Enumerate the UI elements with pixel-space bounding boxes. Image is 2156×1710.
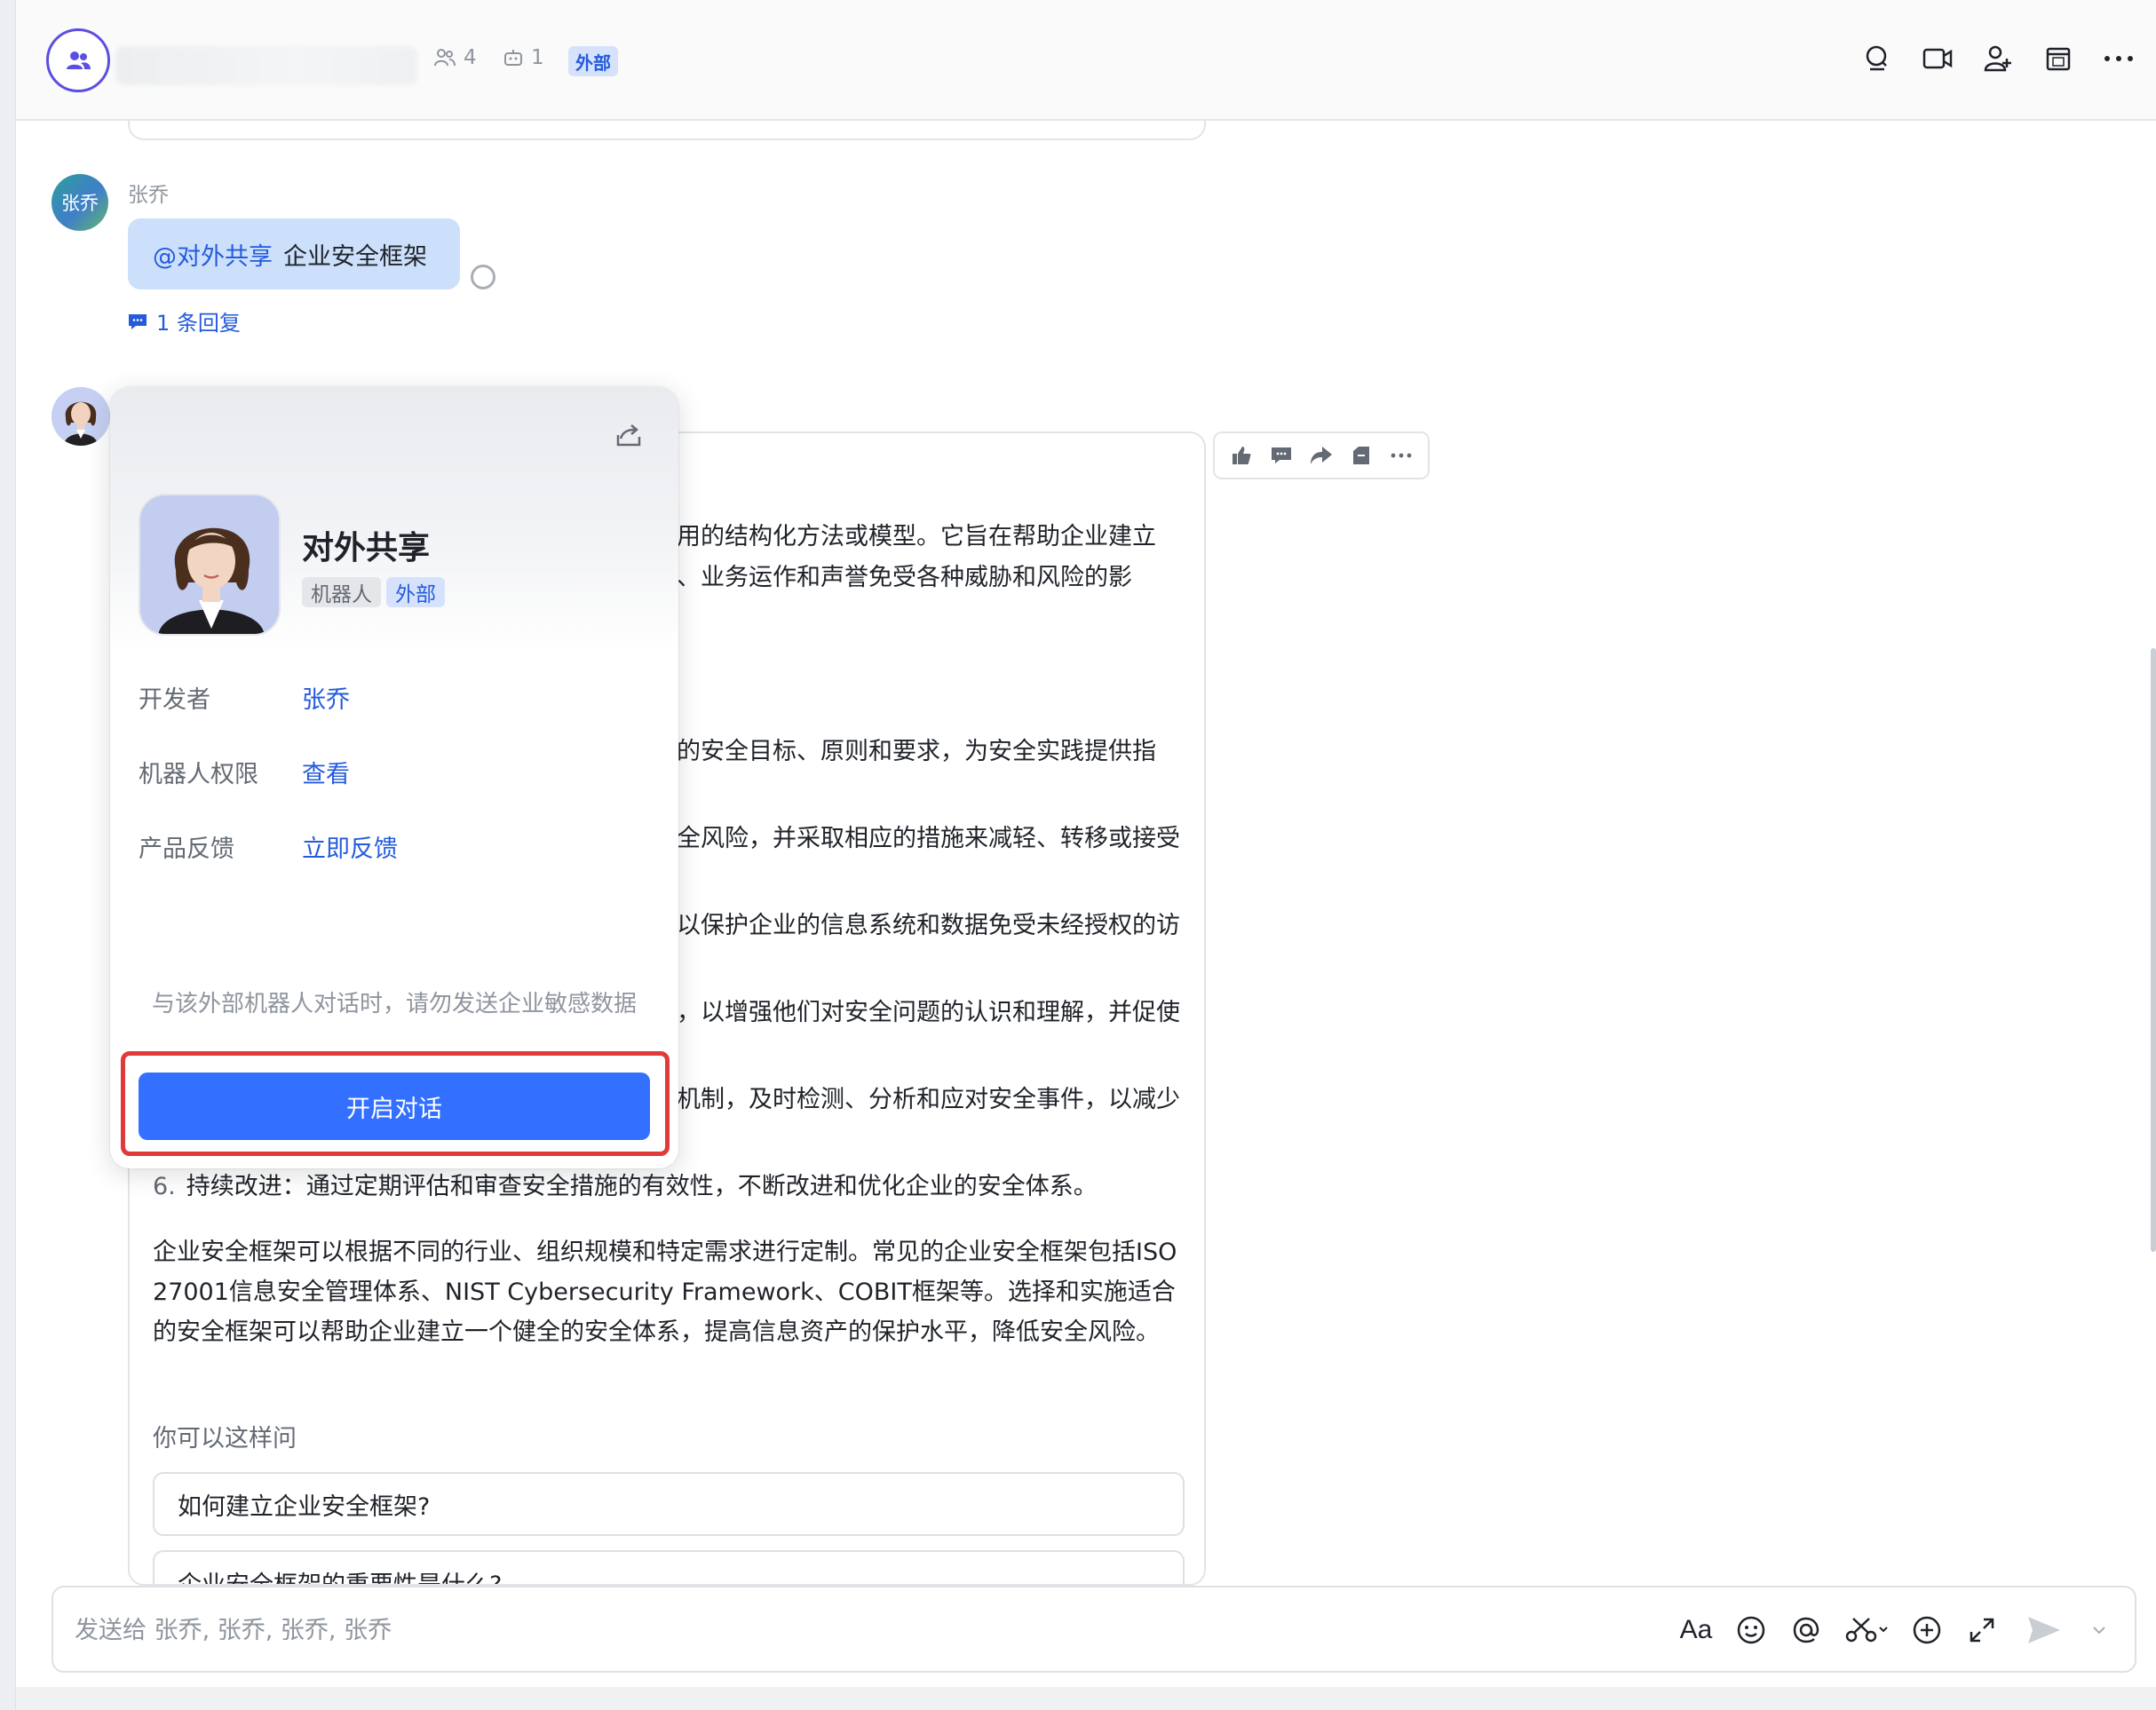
list-item-text: 持续改进：通过定期评估和审查安全措施的有效性，不断改进和优化企业的安全体系。 — [186, 1173, 1098, 1200]
add-icon[interactable] — [1909, 1611, 1945, 1650]
message-composer: Aa — [52, 1586, 2136, 1673]
start-chat-button[interactable]: 开启对话 — [139, 1073, 650, 1140]
member-count-text: 4 — [464, 46, 477, 69]
forward-icon[interactable] — [1306, 440, 1336, 471]
thread-reply-link[interactable]: 1 条回复 — [128, 305, 241, 336]
format-text-icon[interactable]: Aa — [1678, 1611, 1714, 1650]
sender-name: 张乔 — [128, 184, 169, 207]
suggestion-label: 你可以这样问 — [153, 1425, 297, 1453]
previous-message-edge — [128, 121, 1206, 140]
developer-label: 开发者 — [139, 686, 210, 714]
bot-tags: 机器人 外部 — [302, 577, 445, 607]
bot-profile-photo — [139, 494, 281, 636]
message-line: 、业务运作和声誉免受各种威胁和风险的影 — [677, 564, 1132, 591]
members-icon — [434, 49, 456, 67]
share-icon[interactable] — [611, 417, 646, 453]
bot-count-text: 1 — [531, 46, 544, 69]
bot-tag: 机器人 — [302, 577, 381, 607]
bot-name: 对外共享 — [302, 530, 431, 566]
message-text: 企业安全框架 — [283, 242, 427, 271]
developer-link[interactable]: 张乔 — [302, 680, 350, 715]
group-icon — [67, 51, 91, 69]
summary-paragraph: 企业安全框架可以根据不同的行业、组织规模和特定需求进行定制。常见的企业安全框架包… — [153, 1239, 1177, 1346]
sensitive-data-warning: 与该外部机器人对话时，请勿发送企业敏感数据 — [151, 991, 637, 1017]
add-member-icon[interactable] — [1980, 41, 2016, 76]
calendar-icon[interactable] — [2041, 41, 2076, 76]
message-line: 用的结构化方法或模型。它旨在帮助企业建立 — [677, 523, 1156, 550]
member-count[interactable]: 4 — [433, 46, 477, 69]
more-icon[interactable] — [1386, 440, 1416, 471]
external-tag: 外部 — [386, 577, 445, 607]
thumbs-up-icon[interactable] — [1226, 440, 1256, 471]
read-status-indicator[interactable] — [471, 265, 495, 289]
send-options-chevron-down-icon[interactable] — [2089, 1611, 2110, 1650]
bot-avatar[interactable] — [52, 387, 110, 446]
composer-toolbar: Aa — [1678, 1611, 2110, 1650]
avatar[interactable]: 张乔 — [52, 174, 108, 231]
more-icon[interactable] — [2101, 41, 2136, 76]
bot-portrait-icon — [52, 387, 110, 446]
header-toolbar — [1859, 41, 2136, 76]
group-name-redacted — [115, 46, 417, 85]
send-icon[interactable] — [2019, 1611, 2069, 1650]
video-call-icon[interactable] — [1920, 41, 1955, 76]
comment-icon — [129, 313, 147, 329]
message-line: 以保护企业的信息系统和数据免受未经授权的访 — [677, 912, 1180, 939]
feedback-link[interactable]: 立即反馈 — [302, 829, 398, 864]
scrollbar[interactable] — [2151, 648, 2156, 1252]
at-icon[interactable] — [1788, 1611, 1824, 1650]
search-icon[interactable] — [1859, 41, 1895, 76]
scissors-icon[interactable] — [1843, 1611, 1890, 1650]
message-line: 机制，及时检测、分析和应对安全事件，以减少 — [677, 1086, 1180, 1113]
mention-link[interactable]: @对外共享 — [153, 237, 273, 272]
suggested-question[interactable]: 如何建立企业安全框架? — [153, 1472, 1185, 1536]
permission-view-link[interactable]: 查看 — [302, 755, 350, 789]
message-line: 的安全目标、原则和要求，为安全实践提供指 — [677, 738, 1156, 765]
reply-count-text: 1 条回复 — [156, 311, 241, 336]
portrait-icon — [140, 495, 279, 634]
message-line: ，以增强他们对安全问题的认识和理解，并促使 — [677, 999, 1180, 1026]
list-item-number: 6. — [153, 1173, 176, 1200]
message-line: 全风险，并采取相应的措施来减轻、转移或接受 — [677, 825, 1180, 852]
group-avatar[interactable] — [46, 28, 110, 92]
external-tag: 外部 — [568, 46, 618, 76]
comment-icon[interactable] — [1266, 440, 1296, 471]
bot-icon — [504, 50, 522, 66]
message-action-bar — [1213, 431, 1430, 479]
permission-label: 机器人权限 — [139, 761, 258, 788]
bottom-strip — [16, 1687, 2156, 1710]
emoji-icon[interactable] — [1733, 1611, 1769, 1650]
chat-header: 4 1 外部 — [16, 0, 2156, 121]
left-strip — [0, 0, 16, 1710]
pin-icon[interactable] — [1346, 440, 1376, 471]
feedback-label: 产品反馈 — [139, 835, 234, 863]
bot-count[interactable]: 1 — [503, 46, 544, 69]
message-input[interactable] — [75, 1603, 1140, 1657]
suggested-question[interactable]: 企业安全框架的重要性是什么? — [153, 1550, 1185, 1584]
expand-icon[interactable] — [1964, 1611, 2000, 1650]
list-item: 6. 持续改进：通过定期评估和审查安全措施的有效性，不断改进和优化企业的安全体系。 — [153, 1167, 1098, 1201]
message-bubble[interactable]: @对外共享 企业安全框架 — [128, 218, 460, 289]
